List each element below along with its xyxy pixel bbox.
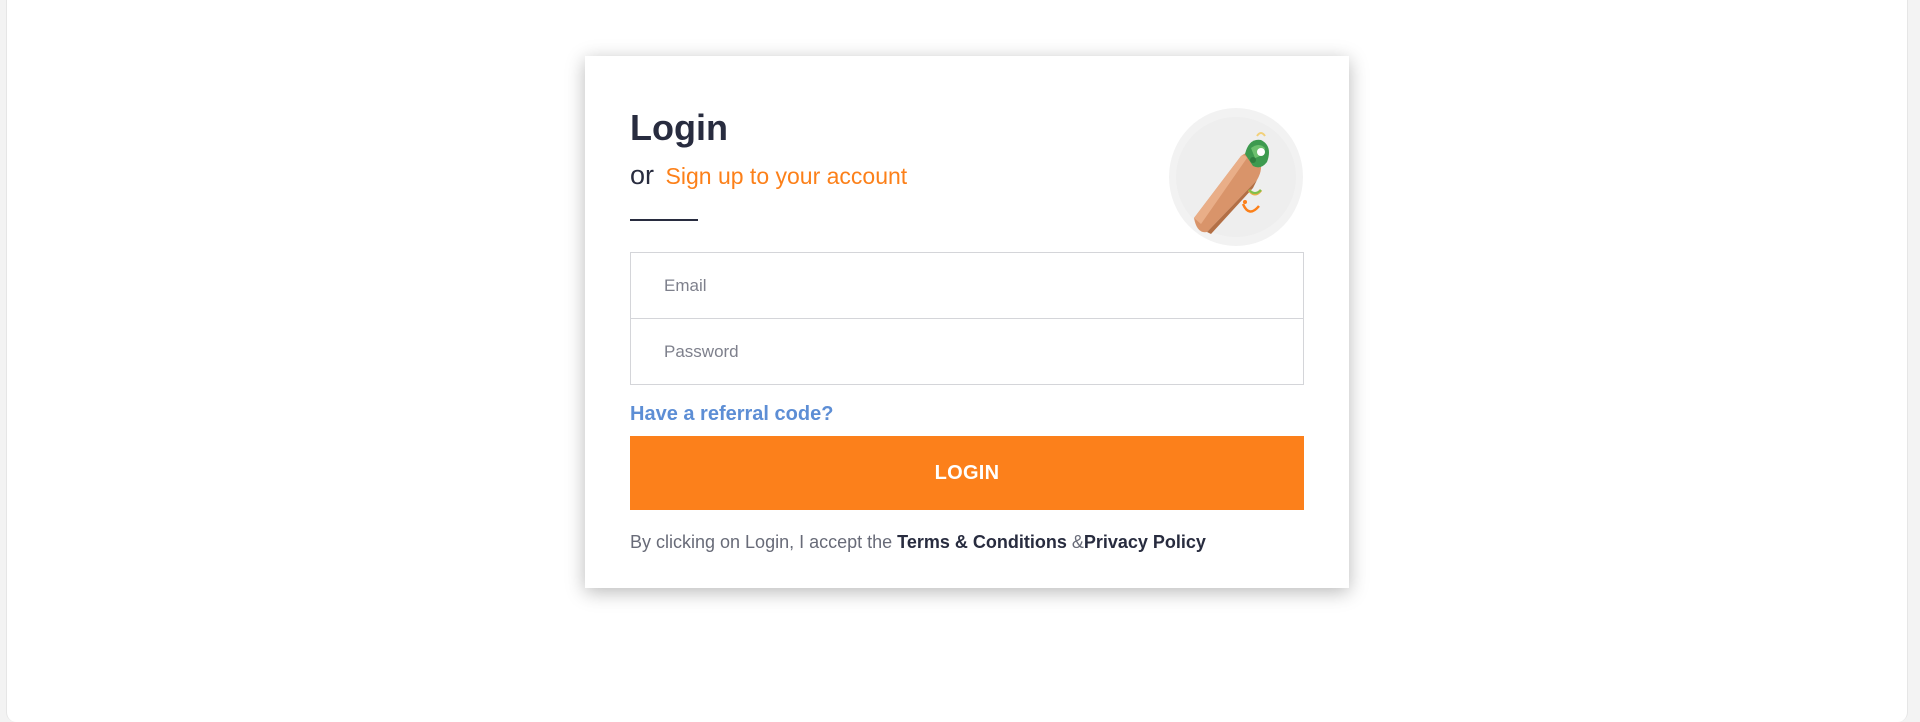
password-field-wrapper <box>630 318 1304 385</box>
terms-prefix: By clicking on Login, I accept the <box>630 532 898 552</box>
terms-separator: & <box>1066 532 1084 552</box>
password-field[interactable] <box>631 319 1303 384</box>
wrap-food-icon <box>1169 108 1303 246</box>
email-field[interactable] <box>631 253 1303 318</box>
login-button[interactable]: LOGIN <box>630 436 1304 510</box>
title-underline <box>630 219 698 221</box>
privacy-policy-link[interactable]: Privacy Policy <box>1084 532 1206 552</box>
login-card: Login or Sign up to your account Email H… <box>585 56 1349 588</box>
or-text: or <box>630 160 655 190</box>
referral-code-link[interactable]: Have a referral code? <box>630 402 833 426</box>
email-field-wrapper <box>630 252 1304 319</box>
page-frame: Login or Sign up to your account Email H… <box>6 0 1908 722</box>
login-form: Have a referral code? LOGIN By clicking … <box>630 252 1304 554</box>
terms-text: By clicking on Login, I accept the Terms… <box>630 530 1304 554</box>
terms-conditions-link[interactable]: Terms & Conditions <box>897 532 1067 552</box>
signup-link[interactable]: Sign up to your account <box>666 163 908 189</box>
